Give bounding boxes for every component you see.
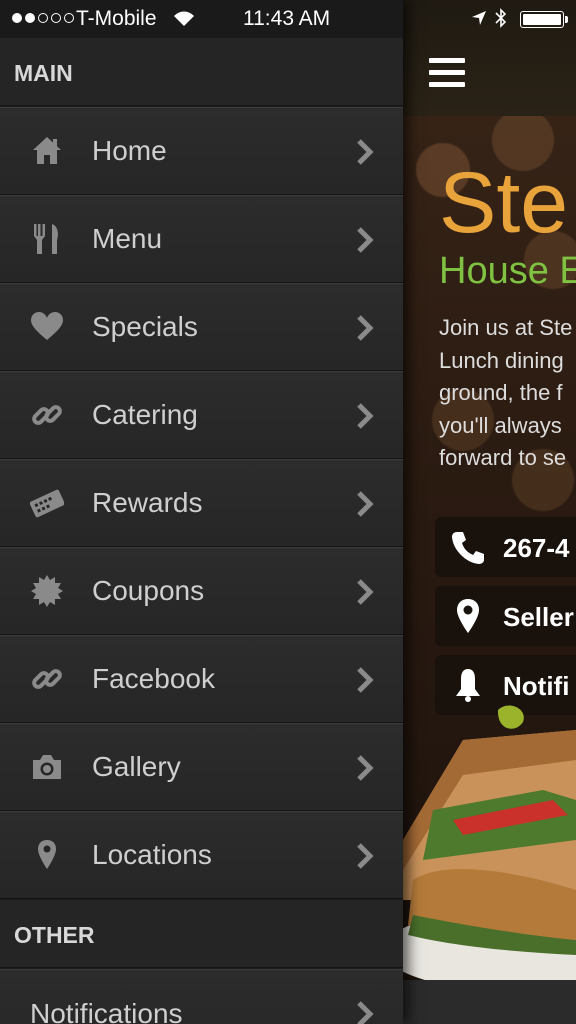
phone-button[interactable]: 267-4 [435,517,576,577]
menu-item-label: Notifications [30,998,183,1024]
status-bar: T-Mobile 11:43 AM [0,0,576,38]
description-line: forward to se [439,445,567,470]
heart-icon [31,312,63,340]
menu-item-label: Gallery [92,751,181,782]
menu-item-gallery[interactable]: Gallery [0,723,403,811]
section-title: MAIN [14,60,73,86]
description-line: Lunch dining [439,347,564,373]
description-line: ground, the f [439,380,563,405]
chevron-right-icon [357,227,374,253]
menu-item-label: Facebook [92,663,215,694]
menu-item-catering[interactable]: Catering [0,371,403,459]
menu-item-label: Specials [92,311,198,342]
location-arrow-icon [472,11,486,25]
menu-item-home[interactable]: Home [0,107,403,195]
fork-knife-icon [34,224,58,254]
chevron-right-icon [357,403,374,429]
section-title: OTHER [14,922,95,948]
home-icon [33,137,61,164]
link-icon [32,669,62,689]
address-label: Seller [503,602,574,632]
map-pin-icon [457,599,479,633]
chevron-right-icon [357,315,374,341]
restaurant-title: Ste [439,155,569,251]
link-icon [32,405,62,425]
menu-item-rewards[interactable]: Rewards [0,459,403,547]
bluetooth-icon [495,8,507,28]
chevron-right-icon [357,667,374,693]
bell-icon [456,669,480,702]
chevron-right-icon [357,1001,374,1024]
section-header-other: OTHER [0,900,403,968]
menu-item-label: Coupons [92,575,205,606]
restaurant-subtitle: House E [439,250,576,292]
menu-item-notifications[interactable]: Notifications [0,969,403,1024]
chevron-right-icon [357,491,374,517]
chevron-right-icon [357,755,374,781]
menu-item-coupons[interactable]: Coupons [0,547,403,635]
phone-icon [452,532,484,564]
menu-item-menu[interactable]: Menu [0,195,403,283]
chevron-right-icon [357,579,374,605]
carrier-name: T-Mobile [76,7,157,30]
navigation-drawer: MAIN Home Menu Specials Catering Rewards… [0,0,403,1024]
notifications-label: Notifi [503,671,570,701]
restaurant-description: Join us at Ste Lunch dining ground, the … [439,312,576,475]
section-header-main: MAIN [0,38,403,106]
sandwich-image [403,705,576,1024]
menu-item-locations[interactable]: Locations [0,811,403,899]
signal-strength-icon [12,13,74,23]
description-line: you'll always [439,412,562,438]
menu-item-specials[interactable]: Specials [0,283,403,371]
chevron-right-icon [357,843,374,869]
menu-item-facebook[interactable]: Facebook [0,635,403,723]
badge-icon [31,575,63,607]
clock: 11:43 AM [243,7,331,30]
address-button[interactable]: Seller [435,586,576,646]
hamburger-menu-icon[interactable] [429,58,465,88]
ticket-icon [30,489,64,518]
phone-label: 267-4 [503,533,570,563]
description-line: Join us at Ste [439,315,573,340]
menu-item-label: Menu [92,223,163,254]
chevron-right-icon [357,139,374,165]
main-content: Ste House E Join us at Ste Lunch dining … [403,0,576,1024]
menu-item-label: Home [92,135,167,166]
map-pin-icon [38,840,56,869]
camera-icon [33,755,61,779]
menu-item-label: Rewards [92,487,203,518]
battery-icon [520,11,568,28]
wifi-icon [174,11,194,26]
menu-item-label: Locations [92,839,212,870]
menu-item-label: Catering [92,399,198,430]
